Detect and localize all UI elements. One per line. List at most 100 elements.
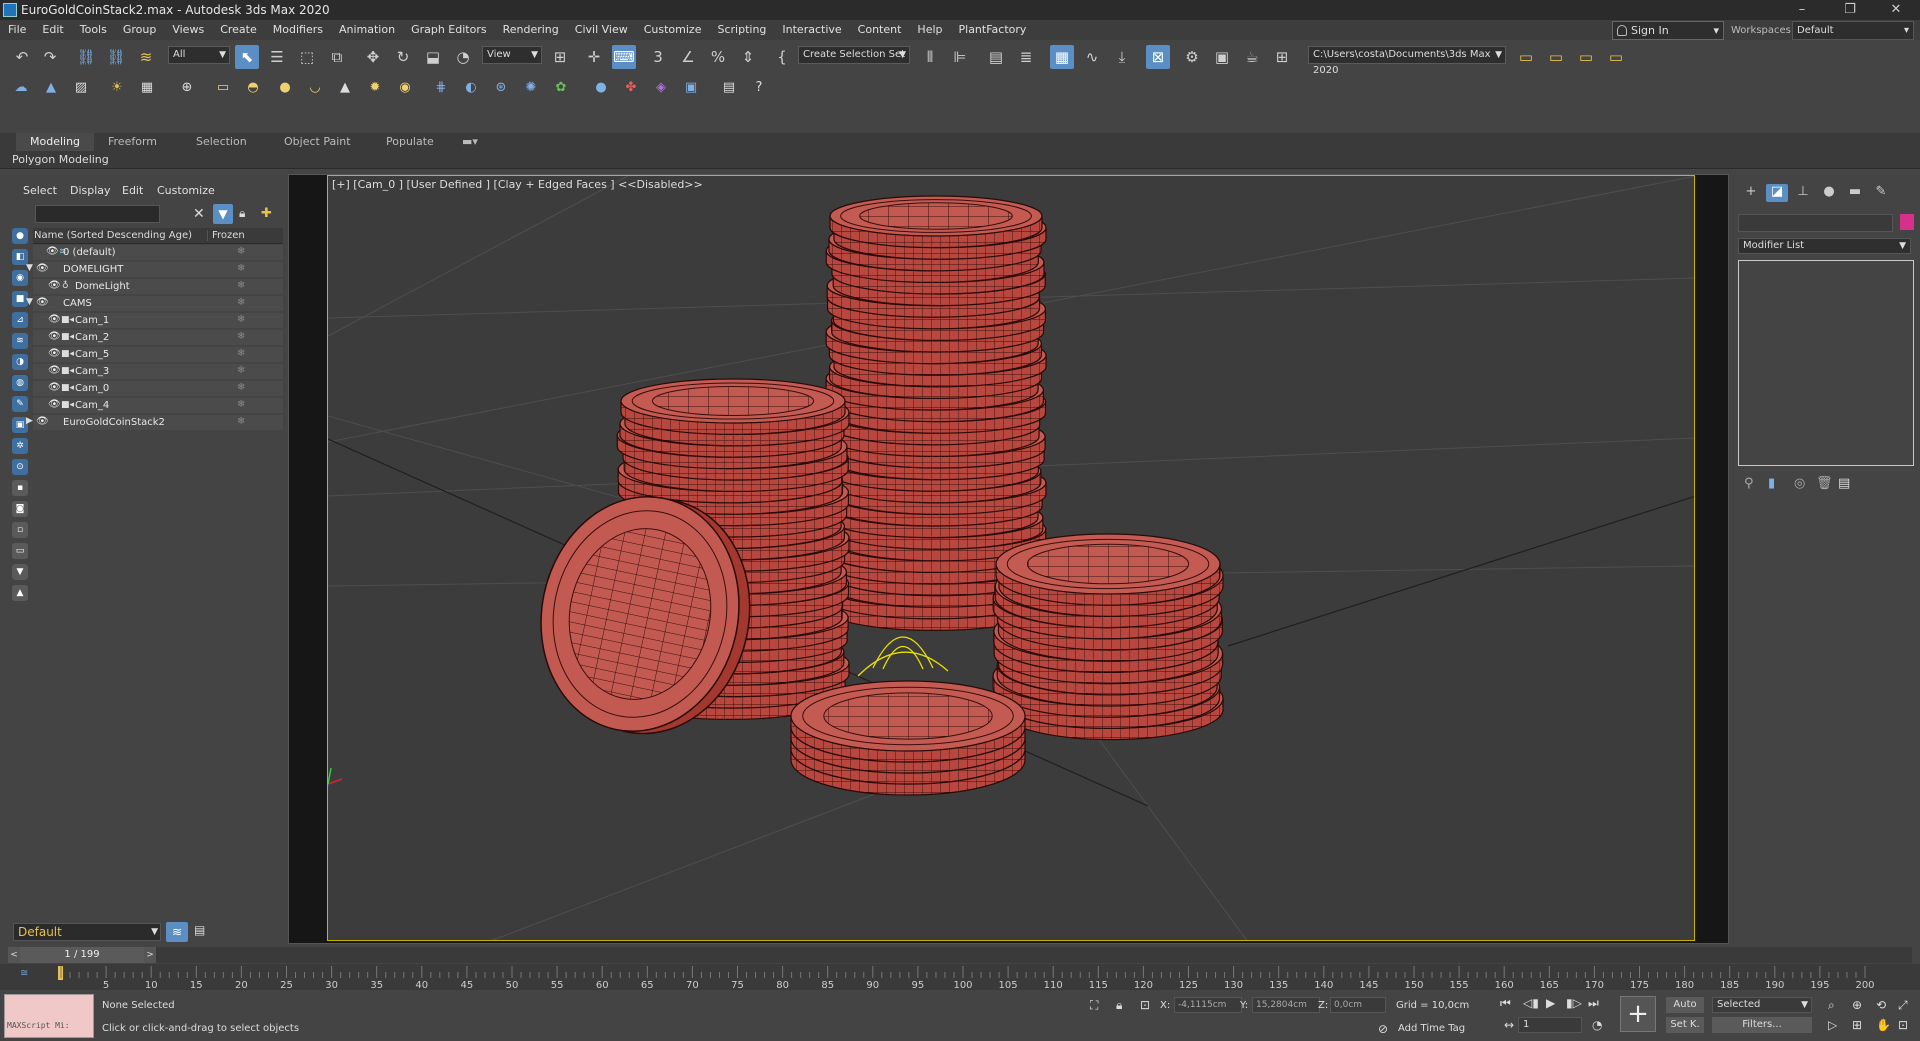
sun-icon[interactable]: ✹ bbox=[364, 76, 386, 98]
dome-icon[interactable]: ◓ bbox=[242, 76, 264, 98]
freeze-icon[interactable]: ❄ bbox=[237, 382, 245, 393]
containers-icon[interactable]: ✲ bbox=[12, 438, 28, 454]
workspace-dropdown[interactable]: Default ▾ bbox=[1792, 21, 1914, 40]
place-icon[interactable]: ◔ bbox=[451, 45, 475, 69]
object-color-swatch[interactable] bbox=[1900, 214, 1914, 230]
search-input[interactable] bbox=[35, 205, 160, 223]
modifier-list-dropdown[interactable]: Modifier List ▼ bbox=[1738, 238, 1911, 254]
container-save-icon[interactable]: ▭ bbox=[1574, 45, 1598, 69]
close-button[interactable]: ✕ bbox=[1874, 0, 1918, 20]
layer-row[interactable]: ▶ 👁︎ EuroGoldCoinStack2 ❄ bbox=[26, 415, 283, 431]
tab-edit[interactable]: Edit bbox=[122, 184, 143, 197]
find-icon[interactable]: ▼ bbox=[12, 564, 28, 580]
tab-modeling[interactable]: Modeling bbox=[16, 133, 95, 151]
object-name-field[interactable] bbox=[1738, 214, 1893, 232]
frozen-column-header[interactable]: Frozen bbox=[207, 230, 245, 241]
time-config-icon[interactable]: ◔ bbox=[1592, 1018, 1602, 1032]
inspector-icon[interactable]: ▤ bbox=[718, 76, 740, 98]
select-by-name-icon[interactable]: ☰ bbox=[265, 45, 289, 69]
go-to-start-icon[interactable]: ⏮ bbox=[1500, 996, 1511, 1011]
eye-icon[interactable]: 👁︎ bbox=[48, 382, 61, 393]
utility-icon[interactable]: ⊕ bbox=[176, 76, 198, 98]
none-icon[interactable]: ▫ bbox=[12, 522, 28, 538]
tab-populate[interactable]: Populate bbox=[372, 133, 448, 151]
tree-row[interactable]: 👁︎ ■◂ Cam_1 ❄ bbox=[33, 313, 283, 329]
collapse-icon[interactable]: ▼ bbox=[26, 297, 33, 307]
menu-civil-view[interactable]: Civil View bbox=[567, 20, 636, 40]
polygon-modeling-label[interactable]: Polygon Modeling bbox=[12, 153, 109, 166]
clear-search-icon[interactable]: ✕ bbox=[193, 206, 205, 222]
layer-row[interactable]: ▼ 👁︎ DOMELIGHT ❄ bbox=[26, 262, 283, 278]
track-bar-ruler[interactable]: 5 10 15 20 25 30 35 40 45 50 55 60 65 70 75 80 85 90 95 100… bbox=[55, 964, 1875, 990]
layer-row[interactable]: 👁︎ ≋ 0 (default) ❄ bbox=[33, 245, 283, 261]
freeze-icon[interactable]: ❄ bbox=[237, 365, 245, 376]
modify-tab-icon[interactable]: ◪ bbox=[1766, 184, 1788, 202]
modifier-stack[interactable] bbox=[1738, 260, 1914, 466]
freeze-icon[interactable]: ❄ bbox=[237, 263, 245, 274]
restore-button[interactable]: ❐ bbox=[1828, 0, 1872, 20]
tree-row[interactable]: 👁︎ ■◂ Cam_3 ❄ bbox=[33, 364, 283, 380]
filter-icon[interactable]: ▲ bbox=[12, 585, 28, 601]
cameras-icon[interactable]: ⊿ bbox=[12, 312, 28, 328]
helpers-icon[interactable]: ≋ bbox=[12, 333, 28, 349]
viewport-canvas[interactable]: [+] [Cam_0 ] [User Defined ] [Clay + Edg… bbox=[327, 175, 1695, 941]
compass-icon[interactable]: ⊛ bbox=[490, 76, 512, 98]
menu-group[interactable]: Group bbox=[115, 20, 165, 40]
add-time-tag-button[interactable]: Add Time Tag bbox=[1398, 1023, 1465, 1034]
eye-icon[interactable]: 👁︎ bbox=[48, 314, 61, 325]
tree-row[interactable]: 👁︎ ■◂ Cam_0 ❄ bbox=[33, 381, 283, 397]
pan-icon[interactable]: ✋ bbox=[1876, 1018, 1891, 1032]
zoom-extents-icon[interactable]: ⊞ bbox=[1852, 1018, 1862, 1032]
next-frame-icon[interactable]: > bbox=[144, 947, 156, 963]
mirror-icon[interactable]: ⫴ bbox=[918, 45, 942, 69]
display-tab-icon[interactable]: ▬ bbox=[1844, 184, 1866, 202]
tree-row[interactable]: 👁︎ ■◂ Cam_4 ❄ bbox=[33, 398, 283, 414]
particle-icon[interactable]: ✺ bbox=[520, 76, 542, 98]
previous-frame-icon[interactable]: < bbox=[8, 947, 20, 963]
rendered-frame-window-icon[interactable]: ▣ bbox=[1210, 45, 1234, 69]
schematic-view-icon[interactable]: ⤓ bbox=[1110, 45, 1134, 69]
eye-icon[interactable]: 👁︎ bbox=[48, 348, 61, 359]
space-warps-icon[interactable]: ◑ bbox=[12, 354, 28, 370]
maximize-viewport-icon[interactable]: ⤢ bbox=[1898, 998, 1908, 1013]
select-manipulate-icon[interactable]: ✛ bbox=[582, 45, 606, 69]
sky-icon[interactable]: ◉ bbox=[394, 76, 416, 98]
set-key-button[interactable]: Set K. bbox=[1666, 1017, 1704, 1033]
invert-icon[interactable]: ▭ bbox=[12, 543, 28, 559]
auto-key-button[interactable]: Auto bbox=[1666, 997, 1704, 1013]
key-filter-dropdown[interactable]: Selected ▼ bbox=[1712, 997, 1812, 1013]
pivot-center-icon[interactable]: ⊞ bbox=[548, 45, 572, 69]
eye-icon[interactable]: 👁︎ bbox=[36, 297, 49, 308]
frozen-icon[interactable]: ⊙ bbox=[12, 459, 28, 475]
tab-object-paint[interactable]: Object Paint bbox=[270, 133, 365, 151]
freeze-icon[interactable]: ❄ bbox=[237, 246, 245, 257]
filter-icon[interactable]: ▼ bbox=[213, 204, 233, 224]
next-key-icon[interactable]: ▮▷ bbox=[1566, 996, 1582, 1010]
container-icon[interactable]: ▭ bbox=[1514, 45, 1538, 69]
render-icon[interactable]: ▲ bbox=[40, 76, 62, 98]
y-coordinate-field[interactable]: 15,2804cm bbox=[1252, 997, 1320, 1013]
ribbon-toggle-icon[interactable]: ▦ bbox=[1050, 45, 1074, 69]
x-coordinate-field[interactable]: -4,1115cm bbox=[1174, 997, 1242, 1013]
all-icon[interactable]: ◙ bbox=[12, 501, 28, 517]
menu-content[interactable]: Content bbox=[850, 20, 910, 40]
walk-through-icon[interactable]: ⊡ bbox=[1898, 1018, 1908, 1032]
tree-row[interactable]: 👁︎ ■◂ Cam_2 ❄ bbox=[33, 330, 283, 346]
orbit-icon[interactable]: ⟲ bbox=[1876, 998, 1886, 1012]
make-unique-icon[interactable]: ◎ bbox=[1794, 476, 1805, 491]
freeze-icon[interactable]: ❄ bbox=[237, 314, 245, 325]
light-lister-icon[interactable]: ☀ bbox=[106, 76, 128, 98]
previous-key-icon[interactable]: ◁▮ bbox=[1523, 996, 1539, 1010]
viewport-label[interactable]: [+] [Cam_0 ] [User Defined ] [Clay + Edg… bbox=[332, 178, 703, 191]
plant-icon[interactable]: ✿ bbox=[550, 76, 572, 98]
current-layer-dropdown[interactable]: Default ▼ bbox=[13, 923, 161, 941]
reference-coordinate-dropdown[interactable]: View ▼ bbox=[482, 46, 542, 64]
container-update-icon[interactable]: ▭ bbox=[1604, 45, 1628, 69]
eye-icon[interactable]: 👁︎ bbox=[36, 416, 49, 427]
maxscript-listener[interactable]: MAXScript Mi: bbox=[4, 994, 94, 1038]
eye-icon[interactable]: 👁︎ bbox=[48, 331, 61, 342]
freeze-icon[interactable]: ❄ bbox=[237, 297, 245, 308]
viewport[interactable]: [+] [Cam_0 ] [User Defined ] [Clay + Edg… bbox=[288, 174, 1729, 944]
teapot-icon[interactable]: ☁ bbox=[10, 76, 32, 98]
spinner-snap-icon[interactable]: ⇕ bbox=[736, 45, 760, 69]
